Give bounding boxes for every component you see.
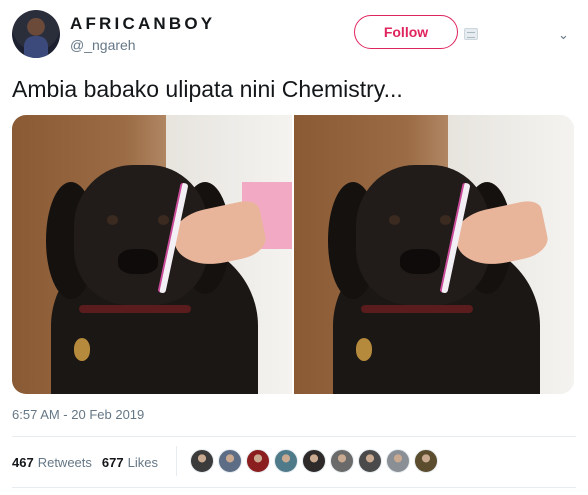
retweets-count: 467	[12, 454, 34, 470]
liker-avatar[interactable]	[386, 449, 410, 473]
author-handle[interactable]: @_ngareh	[70, 37, 136, 53]
retweets-label: Retweets	[37, 454, 92, 470]
liker-avatar[interactable]	[218, 449, 242, 473]
retweets-stat[interactable]: 467 Retweets	[12, 455, 92, 470]
liker-avatar[interactable]	[358, 449, 382, 473]
chevron-down-icon[interactable]: ⌄	[558, 28, 569, 41]
follow-button[interactable]: Follow	[354, 15, 458, 49]
liker-avatar[interactable]	[274, 449, 298, 473]
author-avatar[interactable]	[12, 10, 60, 58]
tweet-card: AFRICANBOY @_ngareh Follow ⌄ Ambia babak…	[0, 0, 588, 495]
liker-avatar[interactable]	[190, 449, 214, 473]
media-photo-right[interactable]	[294, 115, 574, 394]
card-icon	[464, 28, 478, 40]
likers-list	[190, 449, 438, 473]
likes-label: Likes	[127, 454, 158, 470]
likes-stat[interactable]: 677 Likes	[102, 455, 158, 470]
tweet-text: Ambia babako ulipata nini Chemistry...	[12, 76, 403, 102]
liker-avatar[interactable]	[246, 449, 270, 473]
divider	[12, 436, 576, 437]
tweet-media	[12, 115, 574, 394]
likes-count: 677	[101, 454, 124, 470]
divider	[12, 487, 576, 488]
liker-avatar[interactable]	[414, 449, 438, 473]
tweet-header: AFRICANBOY @_ngareh Follow ⌄	[12, 10, 576, 62]
author-display-name[interactable]: AFRICANBOY	[70, 14, 215, 34]
liker-avatar[interactable]	[302, 449, 326, 473]
stats-separator	[176, 446, 177, 476]
media-photo-left[interactable]	[12, 115, 292, 394]
liker-avatar[interactable]	[330, 449, 354, 473]
tweet-stats: 467 Retweets 677 Likes	[12, 446, 177, 476]
tweet-timestamp[interactable]: 6:57 AM - 20 Feb 2019	[12, 407, 144, 422]
